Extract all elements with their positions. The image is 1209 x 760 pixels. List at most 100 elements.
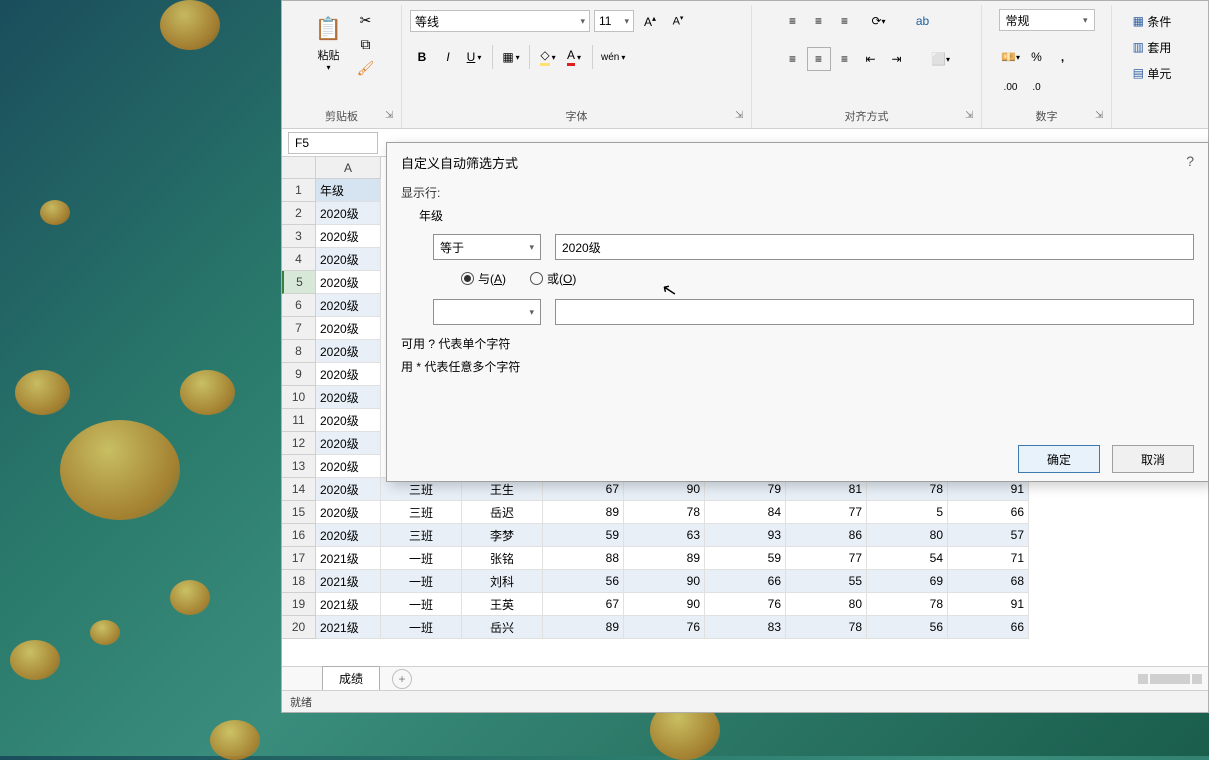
cell[interactable]: 57: [948, 524, 1029, 547]
row-header[interactable]: 2: [282, 202, 316, 225]
align-center-button[interactable]: ≡: [807, 47, 831, 71]
cell[interactable]: 三班: [381, 501, 462, 524]
font-color-button[interactable]: A▾: [562, 45, 586, 69]
increase-indent-button[interactable]: ⇥: [885, 47, 909, 71]
cell[interactable]: 86: [786, 524, 867, 547]
align-top-button[interactable]: ≡: [781, 9, 805, 33]
cell[interactable]: 80: [786, 593, 867, 616]
cell[interactable]: 一班: [381, 593, 462, 616]
cell[interactable]: 54: [867, 547, 948, 570]
cell[interactable]: 78: [624, 501, 705, 524]
sheet-tab-active[interactable]: 成绩: [322, 666, 380, 692]
add-sheet-button[interactable]: +: [392, 669, 412, 689]
wrap-text-button[interactable]: ab: [911, 9, 935, 33]
row-header[interactable]: 20: [282, 616, 316, 639]
cut-button[interactable]: ✂: [355, 9, 377, 31]
row-header[interactable]: 13: [282, 455, 316, 478]
criteria1-value-combo[interactable]: 2020级: [555, 234, 1194, 260]
cell-styles-button[interactable]: ▤ 单元: [1131, 61, 1174, 85]
row-header[interactable]: 4: [282, 248, 316, 271]
cell[interactable]: 66: [948, 501, 1029, 524]
cell[interactable]: 68: [948, 570, 1029, 593]
cell[interactable]: 2021级: [316, 593, 381, 616]
cell[interactable]: 2020级: [316, 386, 381, 409]
orientation-button[interactable]: ⟳▾: [867, 9, 891, 33]
cell[interactable]: 77: [786, 547, 867, 570]
cell[interactable]: 三班: [381, 524, 462, 547]
row-header[interactable]: 3: [282, 225, 316, 248]
border-button[interactable]: ▦▾: [499, 45, 523, 69]
cell[interactable]: 84: [705, 501, 786, 524]
format-as-table-button[interactable]: ▥ 套用: [1131, 35, 1174, 59]
cell[interactable]: 56: [867, 616, 948, 639]
cell[interactable]: 89: [543, 616, 624, 639]
and-radio[interactable]: 与(A): [461, 270, 506, 287]
row-header[interactable]: 6: [282, 294, 316, 317]
select-all-corner[interactable]: [282, 157, 316, 179]
fill-color-button[interactable]: ◇▾: [536, 45, 560, 69]
cell[interactable]: 2020级: [316, 340, 381, 363]
cell[interactable]: 一班: [381, 547, 462, 570]
font-name-combo[interactable]: 等线 ▾: [410, 10, 590, 32]
cell[interactable]: 2020级: [316, 294, 381, 317]
criteria1-operator-combo[interactable]: 等于 ▾: [433, 234, 541, 260]
cell[interactable]: 78: [786, 616, 867, 639]
cell[interactable]: 2020级: [316, 455, 381, 478]
cell[interactable]: 2020级: [316, 317, 381, 340]
cell[interactable]: 91: [948, 593, 1029, 616]
row-header[interactable]: 14: [282, 478, 316, 501]
underline-button[interactable]: U▾: [462, 45, 486, 69]
cell[interactable]: 80: [867, 524, 948, 547]
conditional-format-button[interactable]: ▦ 条件: [1131, 9, 1174, 33]
align-left-button[interactable]: ≡: [781, 47, 805, 71]
cell[interactable]: 77: [786, 501, 867, 524]
copy-button[interactable]: ⧉: [355, 33, 377, 55]
cell[interactable]: 一班: [381, 570, 462, 593]
cell[interactable]: 93: [705, 524, 786, 547]
clipboard-launcher[interactable]: ⇲: [385, 110, 397, 122]
cell[interactable]: 78: [867, 593, 948, 616]
cell[interactable]: 88: [543, 547, 624, 570]
cell[interactable]: 83: [705, 616, 786, 639]
phonetic-guide-button[interactable]: wén▾: [599, 45, 627, 69]
criteria2-operator-combo[interactable]: ▾: [433, 299, 541, 325]
row-header[interactable]: 19: [282, 593, 316, 616]
format-painter-button[interactable]: 🖌: [355, 57, 377, 79]
align-middle-button[interactable]: ≡: [807, 9, 831, 33]
row-header[interactable]: 7: [282, 317, 316, 340]
column-header-A[interactable]: A: [316, 157, 381, 179]
decrease-indent-button[interactable]: ⇤: [859, 47, 883, 71]
cell[interactable]: 2020级: [316, 432, 381, 455]
row-header[interactable]: 18: [282, 570, 316, 593]
row-header[interactable]: 10: [282, 386, 316, 409]
cell[interactable]: 63: [624, 524, 705, 547]
paste-button[interactable]: 📋 粘贴 ▾: [307, 9, 351, 76]
increase-decimal-button[interactable]: .00: [999, 75, 1023, 99]
align-bottom-button[interactable]: ≡: [833, 9, 857, 33]
cell[interactable]: 2020级: [316, 248, 381, 271]
cell[interactable]: 59: [705, 547, 786, 570]
cell[interactable]: 2020级: [316, 478, 381, 501]
cell[interactable]: 2020级: [316, 225, 381, 248]
cell[interactable]: 2020级: [316, 409, 381, 432]
cell[interactable]: 66: [948, 616, 1029, 639]
cell[interactable]: 67: [543, 593, 624, 616]
align-right-button[interactable]: ≡: [833, 47, 857, 71]
italic-button[interactable]: I: [436, 45, 460, 69]
row-header[interactable]: 1: [282, 179, 316, 202]
cell[interactable]: 69: [867, 570, 948, 593]
currency-button[interactable]: 💴▾: [999, 45, 1023, 69]
row-header[interactable]: 5: [282, 271, 316, 294]
row-header[interactable]: 17: [282, 547, 316, 570]
name-box[interactable]: F5: [288, 132, 378, 154]
row-header[interactable]: 12: [282, 432, 316, 455]
bold-button[interactable]: B: [410, 45, 434, 69]
cell[interactable]: 岳兴: [462, 616, 543, 639]
ok-button[interactable]: 确定: [1018, 445, 1100, 473]
increase-font-button[interactable]: A▴: [638, 9, 662, 33]
dialog-help-button[interactable]: ?: [1186, 153, 1194, 172]
font-size-combo[interactable]: 11 ▾: [594, 10, 634, 32]
cell[interactable]: 71: [948, 547, 1029, 570]
cell[interactable]: 2020级: [316, 202, 381, 225]
cell[interactable]: 5: [867, 501, 948, 524]
